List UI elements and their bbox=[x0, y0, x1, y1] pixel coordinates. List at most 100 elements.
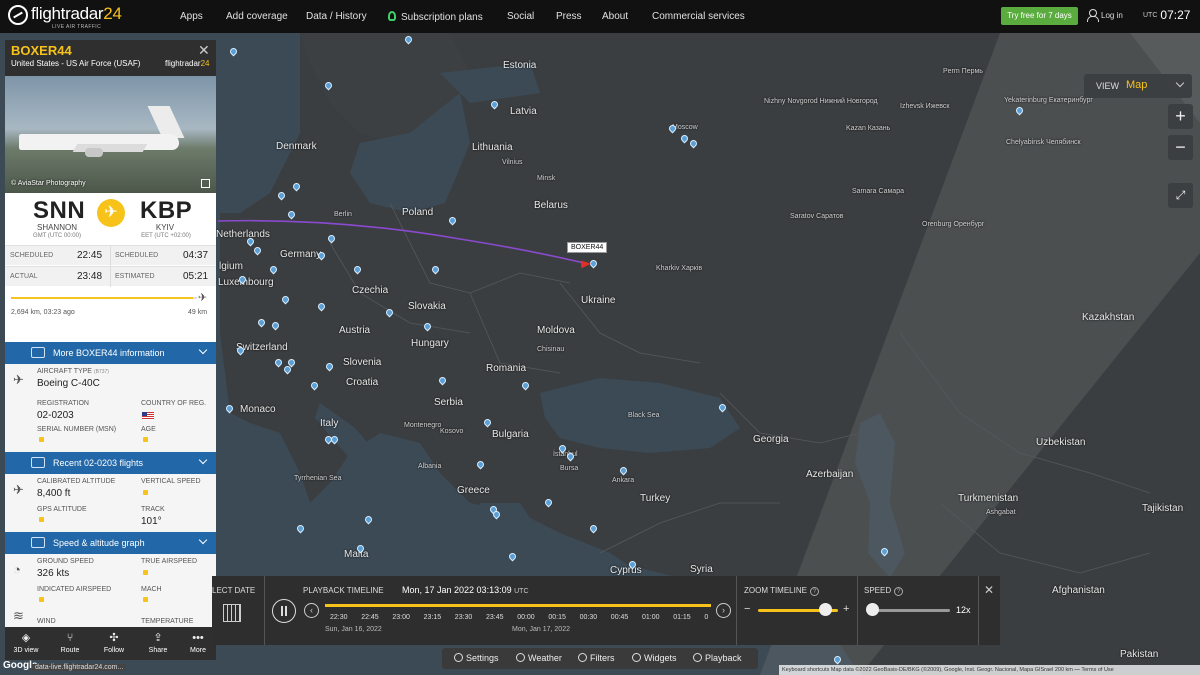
calendar-icon[interactable] bbox=[223, 604, 241, 622]
zoom-timeline-label: ZOOM TIMELINE? bbox=[744, 586, 819, 596]
weather-button[interactable]: Weather bbox=[516, 653, 562, 663]
nav-social[interactable]: Social bbox=[507, 11, 534, 22]
3d-view-button[interactable]: ◈ 3D view bbox=[5, 629, 47, 659]
timeline-scrubber[interactable] bbox=[325, 604, 711, 607]
lock-icon bbox=[143, 490, 148, 495]
dep-scheduled-time: 22:45 bbox=[77, 250, 103, 261]
destination-timezone: EET (UTC +02:00) bbox=[141, 233, 191, 239]
flightradar24-logo[interactable]: flightradar24 LIVE AIR TRAFFIC bbox=[8, 4, 126, 30]
chevron-down-icon bbox=[198, 345, 208, 355]
help-icon[interactable]: ? bbox=[809, 587, 819, 596]
history-icon bbox=[693, 653, 702, 662]
aircraft-photo[interactable] bbox=[5, 76, 216, 193]
registration-value[interactable]: 02-0203 bbox=[37, 410, 74, 421]
gear-icon bbox=[454, 653, 463, 662]
nav-apps[interactable]: Apps bbox=[180, 11, 203, 22]
widgets-icon bbox=[632, 653, 641, 662]
more-info-section-header[interactable]: More BOXER44 information bbox=[5, 342, 216, 364]
map-label-kharkiv: Kharkiv Харків bbox=[656, 265, 703, 272]
origin-code[interactable]: SNN bbox=[33, 197, 85, 225]
airplane-icon: ✈ bbox=[198, 292, 208, 304]
external-link-icon[interactable] bbox=[201, 179, 210, 188]
help-icon[interactable]: ? bbox=[894, 587, 904, 596]
chevron-down-icon bbox=[198, 455, 208, 465]
playback-button[interactable]: Playback bbox=[693, 653, 742, 663]
speed-altitude-section-header[interactable]: Speed & altitude graph bbox=[5, 532, 216, 554]
map-label-saratov: Saratov Саратов bbox=[790, 213, 844, 220]
tracked-aircraft-icon[interactable] bbox=[580, 259, 592, 269]
map-label-slovakia: Slovakia bbox=[408, 301, 446, 312]
zoom-timeline-knob[interactable] bbox=[819, 603, 832, 616]
close-icon[interactable]: ✕ bbox=[984, 583, 994, 597]
timeline-forward-button[interactable]: › bbox=[716, 603, 731, 618]
zoom-out-button[interactable]: − bbox=[1168, 135, 1193, 160]
distance-remaining: 49 km bbox=[188, 309, 208, 316]
try-free-button[interactable]: Try free for 7 days bbox=[1001, 7, 1078, 25]
nav-subscription-plans[interactable]: Subscription plans bbox=[388, 11, 483, 23]
more-info-label: More BOXER44 information bbox=[53, 348, 165, 358]
map-label-netherlands: Netherlands bbox=[216, 229, 270, 240]
zoom-timeline-plus[interactable]: + bbox=[843, 603, 849, 615]
speed-details: ◔ GROUND SPEED 326 kts TRUE AIRSPEED IND… bbox=[5, 554, 216, 627]
calendar-icon bbox=[31, 457, 45, 468]
widgets-button[interactable]: Widgets bbox=[632, 653, 677, 663]
timeline-back-button[interactable]: ‹ bbox=[304, 603, 319, 618]
photo-credit[interactable]: © AviaStar Photography bbox=[11, 180, 86, 187]
map-label-kazakhstan: Kazakhstan bbox=[1082, 312, 1135, 323]
fullscreen-button[interactable]: ⤢ bbox=[1168, 183, 1193, 208]
map-label-yekaterinburg: Yekaterinburg Екатеринбург bbox=[1004, 97, 1093, 104]
photo-engine bbox=[85, 148, 103, 157]
map-label-azerbaijan: Azerbaijan bbox=[806, 469, 854, 480]
select-date-label: LECT DATE bbox=[212, 586, 256, 595]
map-label-bulgaria: Bulgaria bbox=[492, 429, 529, 440]
progress-fill bbox=[11, 297, 194, 299]
route-button[interactable]: ⑂ Route bbox=[49, 629, 91, 659]
map-attribution[interactable]: Keyboard shortcuts Map data ©2022 GeoBas… bbox=[779, 665, 1200, 675]
us-flag-icon bbox=[142, 412, 154, 420]
map-label-perm: Perm Пермь bbox=[943, 68, 983, 75]
playback-label: Playback bbox=[705, 653, 742, 663]
tracked-aircraft-label[interactable]: BOXER44 bbox=[567, 242, 608, 253]
nav-data-history[interactable]: Data / History bbox=[306, 11, 367, 22]
map-label-kosovo: Kosovo bbox=[440, 428, 464, 435]
speed-knob[interactable] bbox=[866, 603, 879, 616]
playback-current-date: Mon, 17 Jan 2022 03:13:09 UTC bbox=[402, 585, 529, 595]
share-label: Share bbox=[148, 647, 168, 654]
aircraft-type-value: Boeing C-40C bbox=[37, 378, 100, 389]
map-label-afghanistan: Afghanistan bbox=[1052, 585, 1105, 596]
lock-icon bbox=[39, 517, 44, 522]
filters-button[interactable]: Filters bbox=[578, 653, 615, 663]
pause-button[interactable] bbox=[272, 599, 296, 623]
timeline-day-a: Sun, Jan 16, 2022 bbox=[325, 626, 382, 633]
recent-flights-section-header[interactable]: Recent 02-0203 flights bbox=[5, 452, 216, 474]
follow-button[interactable]: ✣ Follow bbox=[93, 629, 135, 659]
ground-speed-value: 326 kts bbox=[37, 568, 70, 579]
timeline-tick: 01:15 bbox=[673, 614, 691, 621]
departure-icon: ✈ bbox=[13, 482, 24, 497]
destination-code[interactable]: KBP bbox=[140, 197, 192, 225]
login-link[interactable]: Log in bbox=[1087, 9, 1123, 22]
zoom-timeline-minus[interactable]: − bbox=[744, 603, 750, 615]
playback-panel: LECT DATE PLAYBACK TIMELINE Mon, 17 Jan … bbox=[212, 576, 1000, 645]
nav-add-coverage[interactable]: Add coverage bbox=[226, 11, 288, 22]
speed-track[interactable] bbox=[872, 609, 950, 612]
map-label-chelyabinsk: Chelyabinsk Челябинск bbox=[1006, 139, 1081, 146]
map-label-samara: Samara Самара bbox=[852, 188, 904, 195]
nav-press[interactable]: Press bbox=[556, 11, 582, 22]
arr-estimated-label: ESTIMATED bbox=[115, 273, 155, 280]
graph-icon bbox=[31, 537, 45, 548]
nav-about[interactable]: About bbox=[602, 11, 628, 22]
timeline-tick: 22:45 bbox=[361, 614, 379, 621]
gps-altitude-label: GPS ALTITUDE bbox=[37, 506, 87, 513]
more-button[interactable]: ••• More bbox=[177, 629, 216, 659]
share-button[interactable]: ⇪ Share bbox=[137, 629, 179, 659]
flight-details: ✈ CALIBRATED ALTITUDE 8,400 ft VERTICAL … bbox=[5, 474, 216, 532]
nav-commercial-services[interactable]: Commercial services bbox=[652, 11, 745, 22]
settings-button[interactable]: Settings bbox=[454, 653, 499, 663]
zoom-in-button[interactable]: + bbox=[1168, 104, 1193, 129]
map-label-pakistan: Pakistan bbox=[1120, 649, 1159, 660]
map-view-selector[interactable]: VIEW Map bbox=[1084, 74, 1192, 98]
close-icon[interactable]: ✕ bbox=[198, 42, 210, 59]
map-toolbar: Settings Weather Filters Widgets Playbac… bbox=[442, 648, 758, 669]
map-label-orenburg: Orenburg Оренбург bbox=[922, 221, 985, 228]
